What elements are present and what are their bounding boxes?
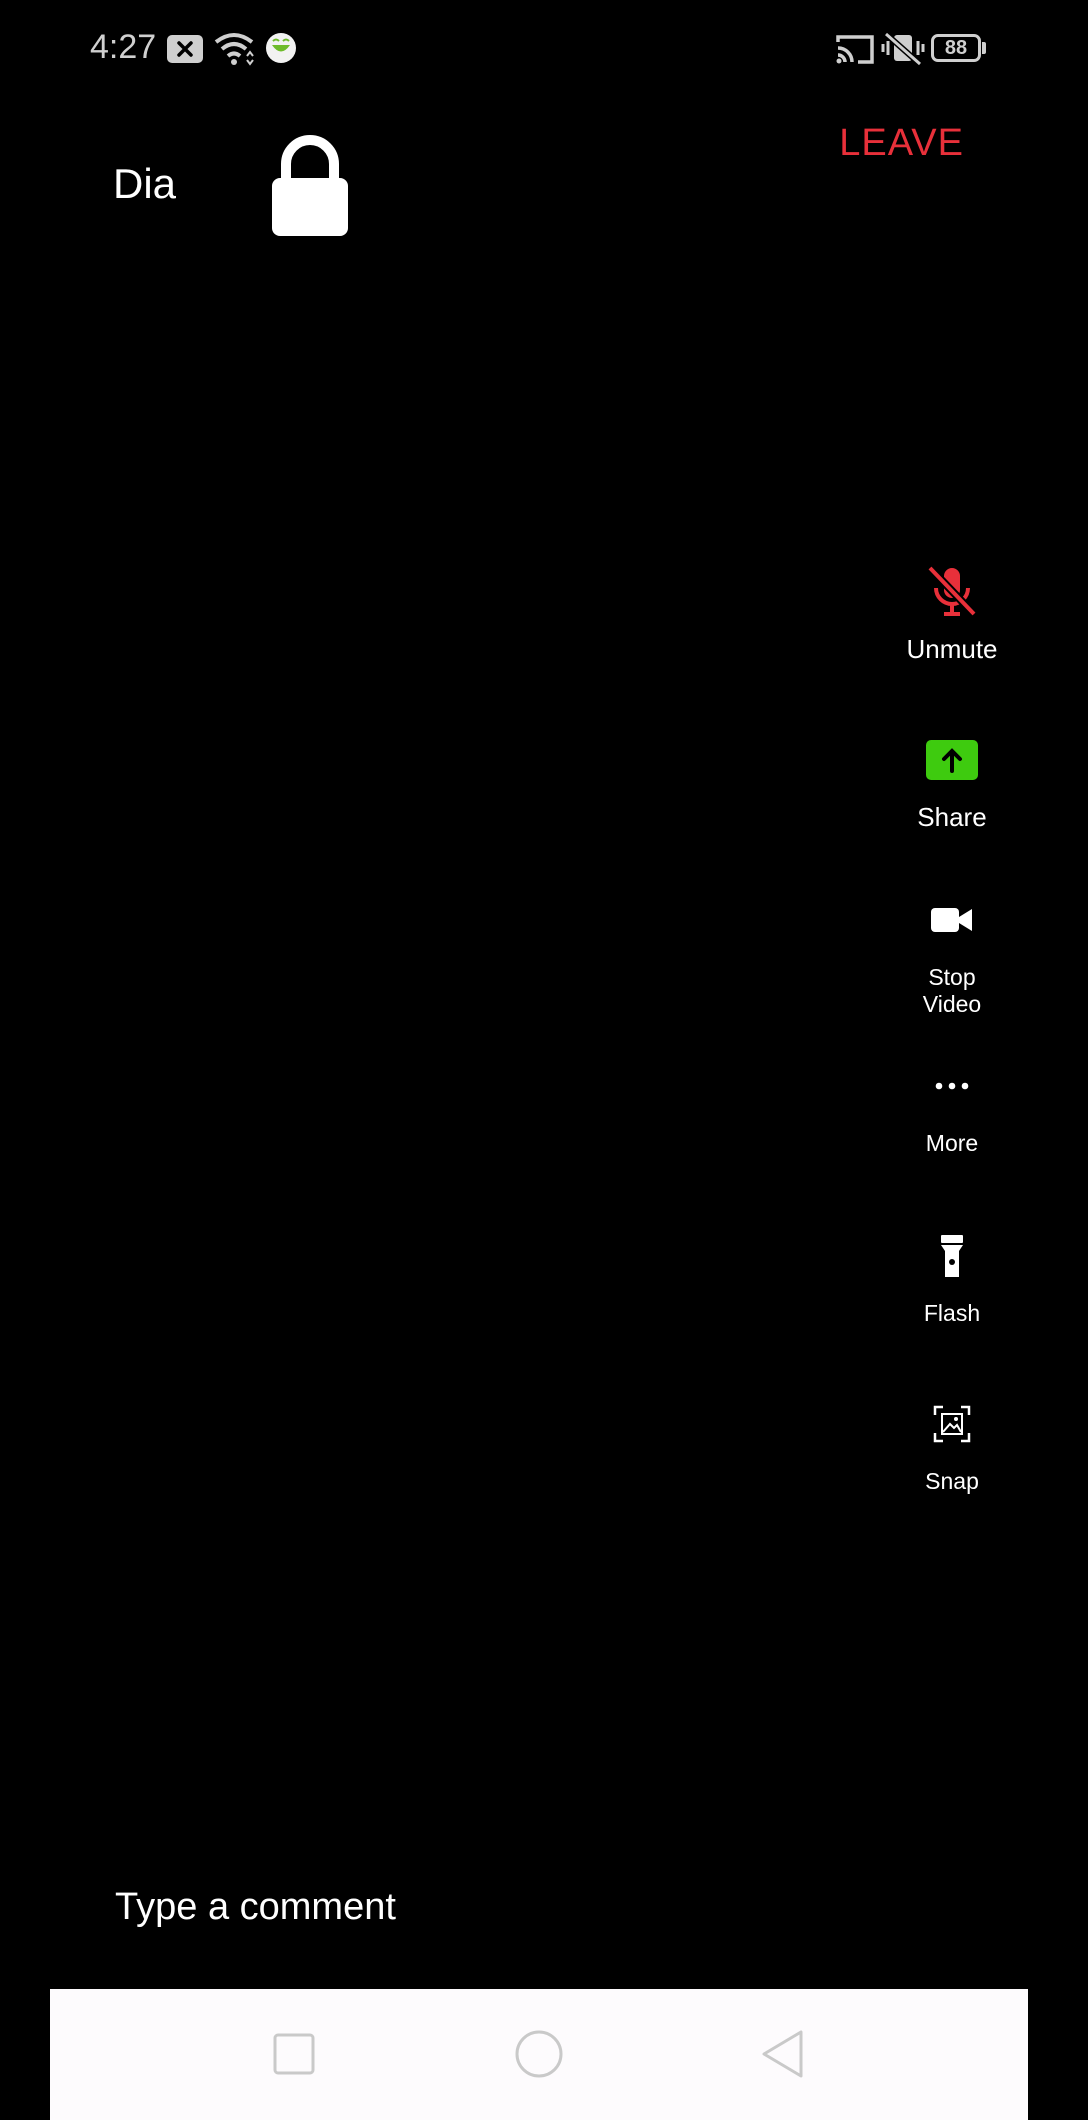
flashlight-icon xyxy=(941,1235,963,1277)
back-triangle-icon xyxy=(762,2030,803,2078)
more-dots-icon xyxy=(935,1082,969,1090)
status-time: 4:27 xyxy=(90,28,157,66)
leave-button[interactable]: LEAVE xyxy=(839,122,964,165)
snap-button[interactable]: Snap xyxy=(880,1394,1024,1495)
battery-tip xyxy=(982,42,986,54)
flash-label: Flash xyxy=(923,1300,981,1326)
share-screen-icon xyxy=(926,740,978,780)
recents-square-icon xyxy=(273,2033,315,2075)
battery-icon: 88 xyxy=(931,34,981,62)
share-button[interactable]: Share xyxy=(880,730,1024,831)
video-camera-icon xyxy=(931,908,972,932)
cast-icon xyxy=(836,35,874,64)
snap-label: Snap xyxy=(925,1468,979,1494)
battery-level: 88 xyxy=(944,36,968,59)
home-circle-icon xyxy=(515,2030,563,2078)
stop-video-button[interactable]: Stop Video xyxy=(880,890,1024,1018)
home-button[interactable] xyxy=(504,2019,574,2089)
more-button[interactable]: More xyxy=(880,1056,1024,1157)
comment-input[interactable] xyxy=(115,1886,915,1929)
unmute-button[interactable]: Unmute xyxy=(880,562,1024,663)
share-label: Share xyxy=(917,802,987,832)
stop-video-label: Stop Video xyxy=(922,964,982,1017)
back-button[interactable] xyxy=(748,2019,818,2089)
lock-icon[interactable] xyxy=(268,134,352,240)
notification-x-icon xyxy=(167,35,203,63)
vibrate-off-icon xyxy=(881,32,925,66)
mic-muted-icon xyxy=(927,565,977,617)
snapshot-icon xyxy=(933,1405,971,1443)
more-label: More xyxy=(925,1130,979,1156)
meeting-name: Dia xyxy=(113,160,177,207)
recents-button[interactable] xyxy=(259,2019,329,2089)
system-nav-bar xyxy=(50,1989,1028,2120)
app-smiley-icon xyxy=(266,33,296,63)
wifi-icon xyxy=(214,33,254,66)
flash-button[interactable]: Flash xyxy=(880,1226,1024,1327)
unmute-label: Unmute xyxy=(906,634,998,664)
